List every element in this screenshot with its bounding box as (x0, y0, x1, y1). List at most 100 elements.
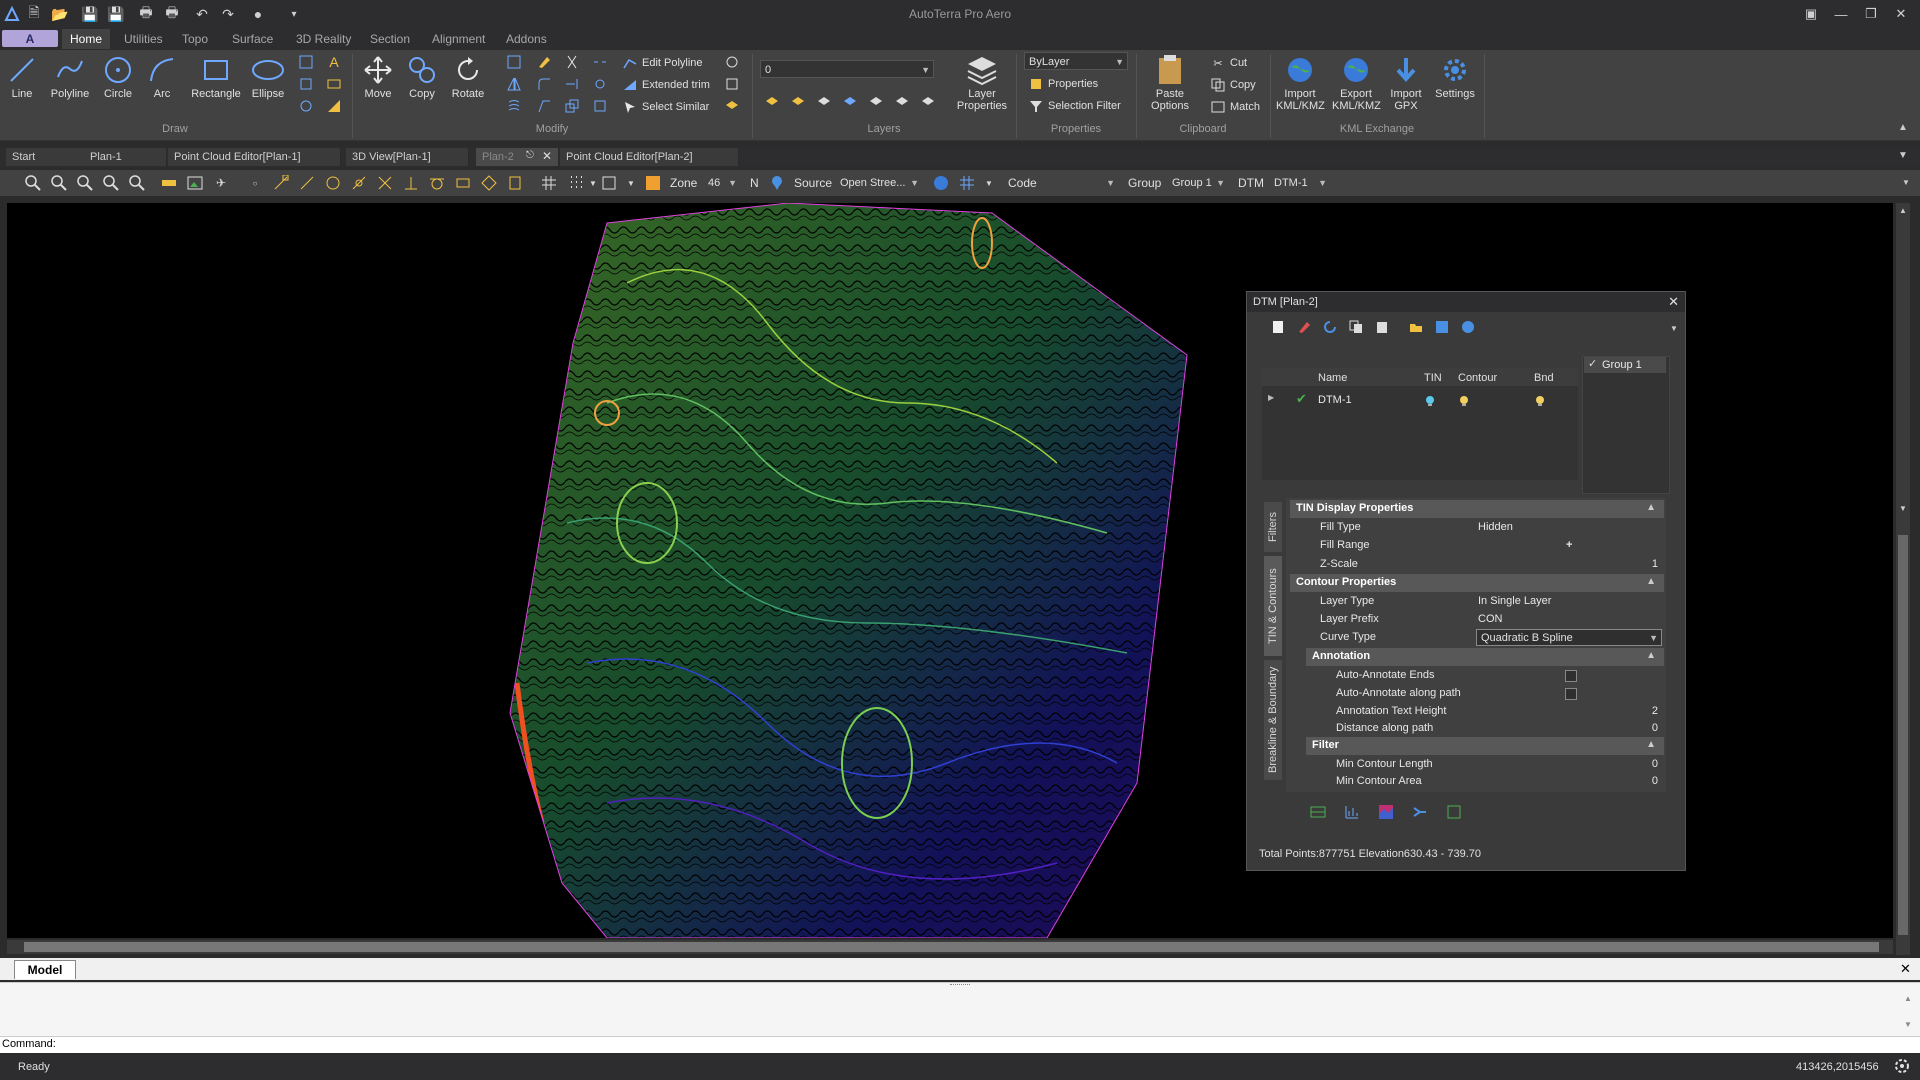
merge-icon[interactable] (1412, 804, 1428, 820)
filter-header[interactable]: Filter ▲ (1306, 737, 1664, 755)
minimize-button[interactable]: — (1826, 2, 1856, 26)
table-icon[interactable] (326, 76, 342, 92)
erase-icon[interactable] (536, 54, 552, 70)
join-icon[interactable] (592, 76, 608, 92)
offset-icon[interactable] (506, 54, 522, 70)
doc-tab-plan-1[interactable]: Plan-1 (84, 148, 167, 166)
fillet-icon[interactable] (536, 76, 552, 92)
cmd-scroll-down-icon[interactable]: ▼ (1904, 1020, 1912, 1029)
scroll-down-icon[interactable]: ▼ (1899, 504, 1907, 513)
print-icon[interactable]: 🖶 (136, 4, 156, 24)
save-icon[interactable]: 💾 (80, 4, 100, 24)
auto-annotate-ends-checkbox[interactable] (1565, 670, 1577, 682)
add-range-icon[interactable]: + (1566, 539, 1572, 551)
layer-lock-icon[interactable] (894, 92, 910, 108)
annotation-height-row[interactable]: Annotation Text Height 2 (1290, 703, 1664, 721)
tab-breakline-boundary[interactable]: Breakline & Boundary (1264, 660, 1282, 780)
tab-addons[interactable]: Addons (498, 29, 555, 49)
airplane-icon[interactable]: ✈ (212, 174, 230, 192)
tab-list-dropdown-icon[interactable]: ▼ (1898, 150, 1908, 161)
pin-icon[interactable]: ⎋ (526, 150, 534, 161)
min-contour-area-row[interactable]: Min Contour Area 0 (1290, 773, 1664, 791)
layer-prefix-row[interactable]: Layer Prefix CON (1290, 611, 1664, 629)
north-label[interactable]: N (750, 176, 759, 190)
region-icon[interactable] (298, 76, 314, 92)
hatch-icon[interactable] (298, 54, 314, 70)
snap-midpoint-icon[interactable] (298, 174, 316, 192)
cut-button[interactable]: ✂ Cut (1210, 54, 1247, 72)
circle-button[interactable]: Circle (96, 52, 140, 118)
close-button[interactable]: ✕ (1886, 2, 1916, 26)
col-tin[interactable]: TIN (1424, 372, 1442, 384)
zoom-out-icon[interactable] (50, 174, 68, 192)
fullscreen-icon[interactable]: ▣ (1796, 2, 1826, 26)
close-panel-icon[interactable]: ✕ (1668, 294, 1679, 310)
text-icon[interactable]: A (326, 54, 342, 70)
restore-button[interactable]: ❐ (1856, 2, 1886, 26)
chamfer-icon[interactable] (536, 98, 552, 114)
map-pin-icon[interactable] (768, 174, 786, 192)
tab-alignment[interactable]: Alignment (424, 29, 493, 49)
import-kml-button[interactable]: Import KML/KMZ (1276, 52, 1325, 118)
app-logo-icon[interactable] (2, 4, 22, 24)
tab-topo[interactable]: Topo (174, 29, 216, 49)
tin-display-header[interactable]: TIN Display Properties ▲ (1290, 500, 1664, 518)
line-button[interactable]: Line (0, 52, 44, 118)
z-scale-row[interactable]: Z-Scale 1 (1290, 556, 1664, 574)
array-icon[interactable] (506, 98, 522, 114)
image-icon[interactable] (186, 174, 204, 192)
zoom-previous-icon[interactable] (128, 174, 146, 192)
snap-perpendicular-icon[interactable] (402, 174, 420, 192)
properties-palette-icon[interactable] (724, 54, 740, 70)
paste-options-button[interactable]: Paste Options (1144, 52, 1196, 118)
stretch-icon[interactable] (592, 98, 608, 114)
save-dtm-icon[interactable] (1434, 319, 1450, 335)
tab-section[interactable]: Section (362, 29, 418, 49)
elevation-map-icon[interactable] (1378, 804, 1394, 820)
quick-select-icon[interactable] (724, 76, 740, 92)
layer-off-icon[interactable] (842, 92, 858, 108)
tab-utilities[interactable]: Utilities (116, 29, 171, 49)
create-tin-icon[interactable] (1310, 804, 1326, 820)
customize-qa-dropdown-icon[interactable]: ▾ (284, 4, 304, 24)
ruler-icon[interactable] (160, 174, 178, 192)
toolbar-overflow-icon[interactable]: ▼ (1902, 178, 1910, 187)
panel-menu-icon[interactable]: ▼ (1670, 324, 1678, 333)
point-icon[interactable]: ○ (246, 174, 264, 192)
distance-along-path-row[interactable]: Distance along path 0 (1290, 720, 1664, 738)
doc-tab-3d-view-plan-1[interactable]: 3D View[Plan-1] (346, 148, 469, 166)
scroll-up-icon[interactable]: ▲ (1899, 206, 1907, 215)
curve-type-dropdown[interactable]: Quadratic B Spline ▼ (1476, 629, 1662, 646)
contour-lightbulb-icon[interactable] (1458, 395, 1470, 407)
zoom-window-icon[interactable] (76, 174, 94, 192)
extended-trim-button[interactable]: Extended trim (622, 76, 710, 94)
rectangle-button[interactable]: Rectangle (190, 52, 242, 118)
layer-color-icon[interactable] (644, 174, 662, 192)
current-layer-dropdown[interactable]: 0 ▼ (760, 60, 934, 78)
auto-annotate-path-checkbox[interactable] (1565, 688, 1577, 700)
vertical-scroll-thumb[interactable] (1898, 535, 1908, 935)
dimension-icon[interactable] (326, 98, 342, 114)
properties-button[interactable]: Properties (1028, 75, 1098, 93)
import-gpx-button[interactable]: Import GPX (1384, 52, 1428, 118)
group-item[interactable]: ✓ Group 1 (1584, 357, 1666, 373)
edit-polyline-button[interactable]: Edit Polyline (622, 54, 703, 72)
layer-isolate-icon[interactable] (816, 92, 832, 108)
extend-icon[interactable] (564, 76, 580, 92)
snap-endpoint-icon[interactable] (272, 174, 290, 192)
snap-node-icon[interactable] (350, 174, 368, 192)
expand-row-icon[interactable]: ▶ (1268, 393, 1274, 402)
copy-dtm-icon[interactable] (1348, 319, 1364, 335)
globe-dtm-icon[interactable] (1460, 319, 1476, 335)
col-bnd[interactable]: Bnd (1534, 372, 1554, 384)
chevron-down-icon[interactable]: ▼ (622, 174, 640, 192)
doc-tab-point-cloud-plan-1[interactable]: Point Cloud Editor[Plan-1] (168, 148, 341, 166)
chevron-down-icon[interactable]: ▼ (980, 174, 998, 192)
print-preview-icon[interactable]: 🖶 (162, 4, 182, 24)
layer-type-row[interactable]: Layer Type In Single Layer (1290, 593, 1664, 611)
undo-icon[interactable]: ↶ (192, 4, 212, 24)
spiral-icon[interactable] (298, 98, 314, 114)
new-file-icon[interactable]: 🗎 (24, 4, 44, 24)
snap-tangent-icon[interactable] (428, 174, 446, 192)
move-button[interactable]: Move (356, 52, 400, 118)
